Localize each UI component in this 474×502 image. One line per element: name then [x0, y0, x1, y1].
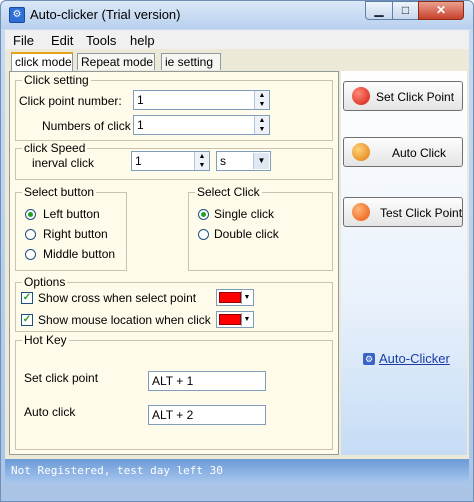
app-gear-icon: ⚙ — [363, 353, 375, 365]
tab-repeat-mode[interactable]: Repeat mode — [77, 53, 155, 70]
click-mode-panel: Click setting Click point number: 1 ▲ ▼ … — [9, 71, 339, 455]
interval-unit-value: s — [220, 154, 226, 168]
menu-file[interactable]: File — [13, 33, 34, 48]
radio-left-button[interactable] — [25, 209, 36, 220]
click-speed-title: click Speed — [22, 141, 88, 155]
click-count-spinner[interactable]: ▲ ▼ — [254, 116, 269, 134]
hotkey-group: Hot Key Set click point ALT + 1 Auto cli… — [15, 333, 333, 450]
chevron-down-icon[interactable]: ▼ — [241, 291, 252, 304]
spin-down-icon[interactable]: ▼ — [255, 125, 269, 134]
menu-edit[interactable]: Edit — [51, 33, 73, 48]
click-count-label: Numbers of click — [42, 119, 131, 133]
show-mouse-label: Show mouse location when click — [38, 313, 211, 327]
menu-help[interactable]: help — [130, 33, 155, 48]
maximize-button[interactable]: □ — [392, 1, 419, 20]
status-text: Not Registered, test day left 30 — [11, 464, 223, 477]
select-button-title: Select button — [22, 185, 97, 199]
radio-middle-button[interactable] — [25, 249, 36, 260]
set-point-hotkey-input[interactable]: ALT + 1 — [148, 371, 266, 391]
interval-label: inerval click — [32, 156, 95, 170]
action-sidebar: Set Click Point Auto Click Test Click Po… — [341, 71, 467, 455]
left-button-label: Left button — [43, 207, 100, 221]
click-point-value: 1 — [137, 93, 144, 107]
middle-button-label: Middle button — [43, 247, 116, 261]
cross-color-picker[interactable]: ▼ — [216, 289, 254, 306]
play-icon — [352, 203, 370, 221]
auto-click-hotkey-label: Auto click — [24, 405, 76, 419]
mouse-color-picker[interactable]: ▼ — [216, 311, 254, 328]
interval-unit-select[interactable]: s ▼ — [216, 151, 271, 171]
radio-double-click[interactable] — [198, 229, 209, 240]
interval-input[interactable]: 1 ▲ ▼ — [131, 151, 210, 171]
refresh-icon — [352, 143, 370, 161]
client-area: click mode Repeat mode ie setting Click … — [5, 49, 469, 459]
select-click-title: Select Click — [195, 185, 262, 199]
menu-tools[interactable]: Tools — [86, 33, 116, 48]
window-title: Auto-clicker (Trial version) — [30, 7, 181, 22]
click-count-value: 1 — [137, 118, 144, 132]
tab-ie-setting[interactable]: ie setting — [161, 53, 221, 70]
click-setting-group: Click setting Click point number: 1 ▲ ▼ … — [15, 73, 333, 141]
interval-spinner[interactable]: ▲ ▼ — [194, 152, 209, 170]
app-gear-icon: ⚙ — [9, 7, 25, 23]
select-button-group: Select button Left button Right button M… — [15, 185, 127, 271]
double-click-label: Double click — [214, 227, 279, 241]
select-click-group: Select Click Single click Double click — [188, 185, 333, 271]
auto-click-hotkey-value: ALT + 2 — [152, 408, 194, 422]
show-mouse-checkbox[interactable]: ✓ — [21, 314, 33, 326]
click-point-spinner[interactable]: ▲ ▼ — [254, 91, 269, 109]
record-icon — [352, 87, 370, 105]
app-window: ⚙ Auto-clicker (Trial version) ▁ □ ✕ Fil… — [0, 0, 474, 502]
single-click-label: Single click — [214, 207, 275, 221]
close-button[interactable]: ✕ — [418, 1, 464, 20]
menu-bar: File Edit Tools help — [5, 30, 469, 49]
click-point-input[interactable]: 1 ▲ ▼ — [133, 90, 270, 110]
click-point-label: Click point number: — [19, 94, 122, 108]
chevron-down-icon[interactable]: ▼ — [253, 153, 269, 169]
cross-color-swatch — [219, 292, 241, 303]
show-cross-label: Show cross when select point — [38, 291, 197, 305]
right-button-label: Right button — [43, 227, 108, 241]
spin-up-icon[interactable]: ▲ — [195, 152, 209, 161]
click-count-input[interactable]: 1 ▲ ▼ — [133, 115, 270, 135]
title-bar[interactable]: ⚙ Auto-clicker (Trial version) ▁ □ ✕ — [1, 1, 473, 29]
set-point-hotkey-label: Set click point — [24, 371, 99, 385]
auto-click-label: Auto Click — [392, 146, 447, 160]
spin-up-icon[interactable]: ▲ — [255, 116, 269, 125]
set-click-point-label: Set Click Point — [376, 90, 455, 104]
options-group: Options ✓ Show cross when select point ▼… — [15, 275, 333, 332]
auto-click-hotkey-input[interactable]: ALT + 2 — [148, 405, 266, 425]
options-title: Options — [22, 275, 68, 289]
auto-clicker-link[interactable]: Auto-Clicker — [379, 351, 450, 366]
set-click-point-button[interactable]: Set Click Point — [343, 81, 463, 111]
spin-down-icon[interactable]: ▼ — [255, 100, 269, 109]
radio-single-click[interactable] — [198, 209, 209, 220]
click-setting-title: Click setting — [22, 73, 91, 87]
spin-down-icon[interactable]: ▼ — [195, 161, 209, 170]
interval-value: 1 — [135, 154, 142, 168]
auto-click-button[interactable]: Auto Click — [343, 137, 463, 167]
status-bar: Not Registered, test day left 30 — [5, 459, 469, 483]
minimize-button[interactable]: ▁ — [365, 1, 393, 20]
mouse-color-swatch — [219, 314, 241, 325]
test-click-point-button[interactable]: Test Click Point — [343, 197, 463, 227]
set-point-hotkey-value: ALT + 1 — [152, 374, 194, 388]
spin-up-icon[interactable]: ▲ — [255, 91, 269, 100]
click-speed-group: click Speed inerval click 1 ▲ ▼ s ▼ — [15, 141, 333, 180]
hotkey-title: Hot Key — [22, 333, 69, 347]
show-cross-checkbox[interactable]: ✓ — [21, 292, 33, 304]
tab-click-mode[interactable]: click mode — [11, 52, 73, 71]
radio-right-button[interactable] — [25, 229, 36, 240]
test-click-point-label: Test Click Point — [380, 206, 463, 220]
chevron-down-icon[interactable]: ▼ — [241, 313, 252, 326]
